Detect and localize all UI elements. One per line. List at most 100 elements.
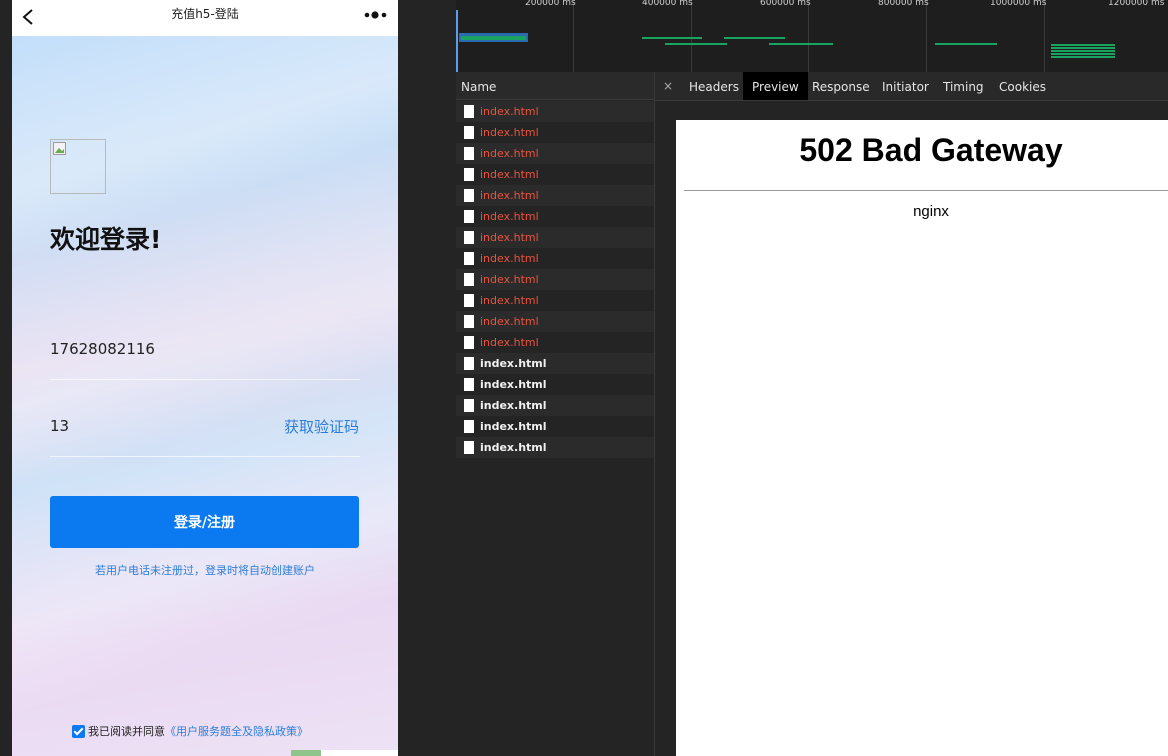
file-icon: [464, 315, 474, 328]
request-row[interactable]: index.html: [456, 269, 654, 290]
file-icon: [464, 378, 474, 391]
request-row[interactable]: index.html: [456, 332, 654, 353]
timeline-bar: [935, 43, 997, 45]
file-icon: [464, 105, 474, 118]
request-row[interactable]: index.html: [456, 122, 654, 143]
name-column-header[interactable]: Name: [456, 72, 654, 100]
tab-headers[interactable]: Headers: [680, 72, 748, 100]
broken-image-icon: [50, 139, 106, 194]
grid-line: [808, 0, 809, 72]
file-icon: [464, 336, 474, 349]
response-preview: 502 Bad Gateway nginx: [676, 120, 1168, 756]
detail-tabs: × Headers Preview Response Initiator Tim…: [655, 72, 1168, 101]
get-code-button[interactable]: 获取验证码: [284, 416, 359, 437]
request-name: index.html: [480, 147, 539, 160]
request-row[interactable]: index.html: [456, 311, 654, 332]
request-row[interactable]: index.html: [456, 206, 654, 227]
file-icon: [464, 252, 474, 265]
nav-bar: 充值h5-登陆: [12, 0, 398, 36]
tab-cookies[interactable]: Cookies: [990, 72, 1055, 100]
request-row[interactable]: index.html: [456, 164, 654, 185]
request-list: Name index.html index.html index.html index…: [456, 72, 655, 756]
nav-title: 充值h5-登陆: [171, 7, 239, 21]
agreement-checkbox[interactable]: [72, 724, 85, 738]
request-name: index.html: [480, 126, 539, 139]
request-row[interactable]: index.html: [456, 185, 654, 206]
timeline-bar: [769, 43, 833, 45]
agreement-row: 我已阅读并同意 《用户服务题全及隐私政策》: [72, 723, 308, 739]
welcome-heading: 欢迎登录!: [50, 225, 162, 254]
file-icon: [464, 357, 474, 370]
request-row[interactable]: index.html: [456, 290, 654, 311]
verification-code-input[interactable]: 13: [50, 417, 69, 435]
preview-title: 502 Bad Gateway: [799, 132, 1063, 168]
file-icon: [464, 210, 474, 223]
request-row[interactable]: index.html: [456, 143, 654, 164]
request-name: index.html: [480, 210, 539, 223]
more-dots-icon[interactable]: [364, 10, 390, 20]
timeline-bar: [642, 37, 702, 39]
timeline-cursor: [456, 10, 458, 72]
bottom-strip-accent: [291, 750, 321, 756]
grid-line: [691, 0, 692, 72]
register-hint: 若用户电话未注册过，登录时将自动创建账户: [95, 564, 315, 577]
file-icon: [464, 420, 474, 433]
timeline-bar: [665, 43, 727, 45]
tick-label: 1200000 ms: [1108, 0, 1165, 8]
file-icon: [464, 399, 474, 412]
preview-divider: [684, 190, 1168, 191]
request-row[interactable]: index.html: [456, 353, 654, 374]
file-icon: [464, 231, 474, 244]
file-icon: [464, 168, 474, 181]
request-row[interactable]: index.html: [456, 416, 654, 437]
divider: [50, 379, 360, 380]
close-icon[interactable]: ×: [663, 79, 673, 93]
request-name: index.html: [480, 378, 547, 391]
tick-label: 1000000 ms: [990, 0, 1047, 8]
request-row[interactable]: index.html: [456, 374, 654, 395]
file-icon: [464, 441, 474, 454]
file-icon: [464, 273, 474, 286]
request-name: index.html: [480, 273, 539, 286]
file-icon: [464, 189, 474, 202]
network-overview[interactable]: 200000 ms 400000 ms 600000 ms 800000 ms …: [456, 0, 1168, 72]
grid-line: [573, 0, 574, 72]
preview-server: nginx: [913, 203, 949, 220]
request-row[interactable]: index.html: [456, 227, 654, 248]
mobile-preview: 充值h5-登陆 欢迎登录! 17628082116 13 获取验证码 登录/注册…: [12, 0, 398, 756]
timeline-bar: [1051, 50, 1115, 52]
login-register-button[interactable]: 登录/注册: [50, 496, 359, 548]
tab-timing[interactable]: Timing: [934, 72, 993, 100]
timeline-bar: [461, 36, 526, 40]
timeline-bar: [1051, 53, 1115, 55]
agreement-link[interactable]: 《用户服务题全及隐私政策》: [165, 723, 308, 739]
request-name: index.html: [480, 105, 539, 118]
request-name: index.html: [480, 399, 547, 412]
request-name: index.html: [480, 231, 539, 244]
file-icon: [464, 294, 474, 307]
timeline-bar: [1051, 47, 1115, 49]
request-name: index.html: [480, 294, 539, 307]
file-icon: [464, 126, 474, 139]
file-icon: [464, 147, 474, 160]
timeline-bar: [724, 37, 785, 39]
tick-label: 600000 ms: [760, 0, 811, 8]
grid-line: [926, 0, 927, 72]
timeline-bar: [1051, 44, 1115, 46]
request-name: index.html: [480, 252, 539, 265]
request-name: index.html: [480, 315, 539, 328]
tab-initiator[interactable]: Initiator: [873, 72, 938, 100]
request-row[interactable]: index.html: [456, 395, 654, 416]
tick-label: 400000 ms: [642, 0, 693, 8]
timeline-bar: [1051, 56, 1115, 58]
request-row[interactable]: index.html: [456, 248, 654, 269]
tab-response[interactable]: Response: [803, 72, 879, 100]
tick-label: 200000 ms: [525, 0, 576, 8]
request-name: index.html: [480, 189, 539, 202]
request-row[interactable]: index.html: [456, 101, 654, 122]
tab-preview[interactable]: Preview: [743, 72, 808, 100]
request-row[interactable]: index.html: [456, 437, 654, 458]
phone-input[interactable]: 17628082116: [50, 340, 155, 358]
request-name: index.html: [480, 420, 547, 433]
request-name: index.html: [480, 441, 547, 454]
